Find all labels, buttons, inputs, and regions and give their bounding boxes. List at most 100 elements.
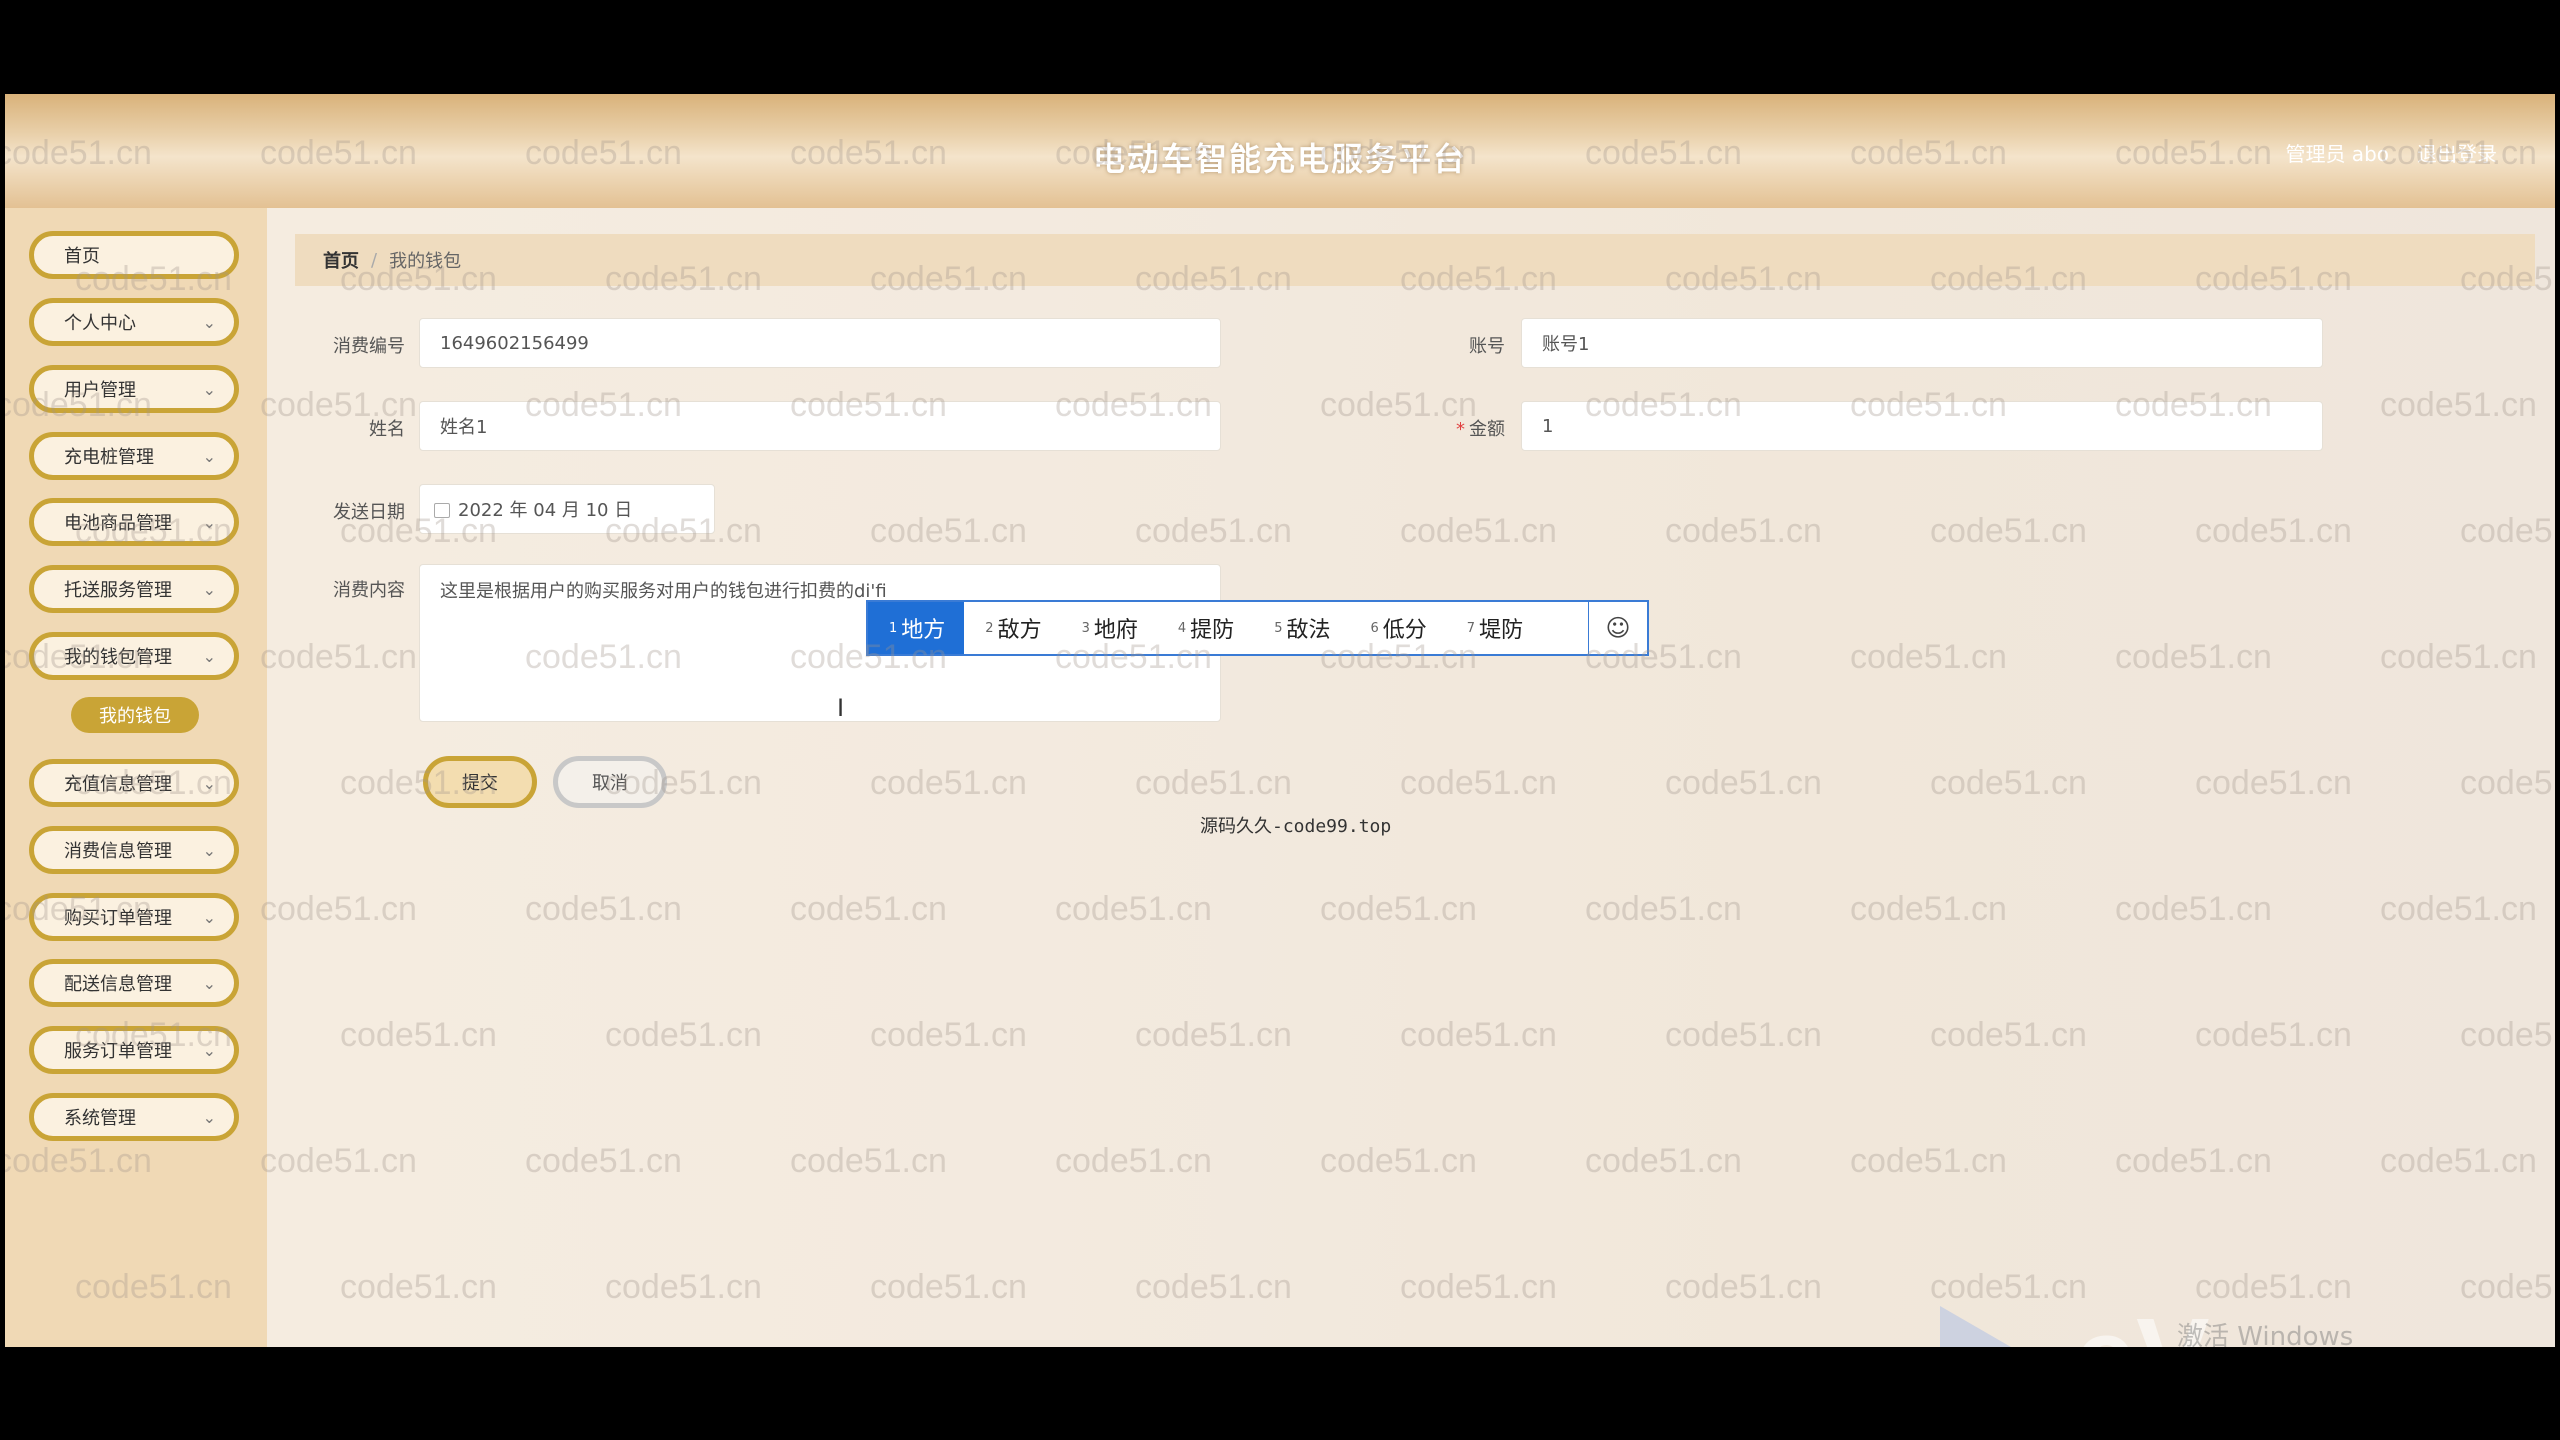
sidebar-item-system-management[interactable]: 系统管理 ⌄ — [29, 1093, 239, 1141]
watermark-text: code51.cn — [525, 890, 682, 928]
watermark-text: code51.cn — [1055, 1142, 1212, 1180]
ime-candidate[interactable]: 3 地府 — [1061, 602, 1157, 654]
consume-no-field[interactable]: 1649602156499 — [419, 318, 1221, 368]
ime-candidate[interactable]: 2 敌方 — [964, 602, 1060, 654]
watermark-text: code51.cn — [340, 1268, 497, 1306]
watermark-text: code51.cn — [1665, 512, 1822, 550]
sidebar-item-wallet-management[interactable]: 我的钱包管理 ⌄ — [29, 632, 239, 680]
user-info: 管理员 abo 退出登录 — [2285, 138, 2497, 167]
sidebar-item-consume-info[interactable]: 消费信息管理 ⌄ — [29, 826, 239, 874]
content-label: 消费内容 — [333, 580, 405, 601]
watermark-text: code51.cn — [790, 890, 947, 928]
sidebar-item-label: 用户管理 — [64, 380, 136, 401]
amount-field[interactable]: 1 — [1521, 401, 2323, 451]
watermark-text: code51.cn — [1135, 1016, 1292, 1054]
account-label: 账号 — [1469, 336, 1505, 357]
ime-candidate[interactable]: 7 堤防 — [1446, 602, 1542, 654]
watermark-text: code51.cn — [1135, 512, 1292, 550]
breadcrumb-current: 我的钱包 — [389, 251, 462, 272]
submit-button[interactable]: 提交 — [423, 756, 537, 808]
chevron-down-icon: ⌄ — [202, 580, 216, 599]
text-cursor-icon: I — [837, 694, 845, 722]
watermark-text: code51.cn — [870, 1016, 1027, 1054]
chevron-down-icon: ⌄ — [202, 974, 216, 993]
watermark-text: code51.cn — [1665, 1016, 1822, 1054]
watermark-text: code51.cn — [1135, 1268, 1292, 1306]
sidebar-item-recharge-info[interactable]: 充值信息管理 ⌄ — [29, 759, 239, 807]
logout-link[interactable]: 退出登录 — [2417, 138, 2497, 167]
watermark-text: code51.cn — [1400, 1268, 1557, 1306]
name-label: 姓名 — [369, 419, 405, 440]
watermark-text: code51.cn — [2380, 1142, 2537, 1180]
watermark-text: code51.cn — [1665, 1268, 1822, 1306]
sidebar-item-battery-goods[interactable]: 电池商品管理 ⌄ — [29, 498, 239, 546]
ime-candidate[interactable]: 6 低分 — [1349, 602, 1445, 654]
watermark-text: code51.cn — [2460, 1268, 2555, 1306]
watermark-text: code51.cn — [870, 1268, 1027, 1306]
watermark-text: code51.cn — [1400, 512, 1557, 550]
watermark-text: code51.cn — [605, 1268, 762, 1306]
watermark-text: code51.cn — [870, 764, 1027, 802]
sidebar-item-label: 服务订单管理 — [64, 1041, 172, 1062]
sidebar-item-label: 我的钱包管理 — [64, 647, 172, 668]
watermark-text: code51.cn — [340, 1016, 497, 1054]
cancel-button[interactable]: 取消 — [553, 756, 667, 808]
name-field[interactable]: 姓名1 — [419, 401, 1221, 451]
watermark-text: code51.cn — [2380, 386, 2537, 424]
sidebar-item-label: 购买订单管理 — [64, 908, 172, 929]
watermark-text: code51.cn — [2115, 638, 2272, 676]
sidebar-item-label: 首页 — [64, 246, 100, 267]
sidebar-item-home[interactable]: 首页 — [29, 231, 239, 279]
sidebar-item-charging-pile[interactable]: 充电桩管理 ⌄ — [29, 432, 239, 480]
required-mark: * — [1456, 419, 1465, 440]
sidebar-item-personal-center[interactable]: 个人中心 ⌄ — [29, 298, 239, 346]
sidebar-item-service-orders[interactable]: 服务订单管理 ⌄ — [29, 1026, 239, 1074]
sidebar: 首页 个人中心 ⌄ 用户管理 ⌄ 充电桩管理 ⌄ 电池商品管理 ⌄ 托送服务管理 ⌄ 我的… — [5, 208, 267, 1347]
watermark-text: code51.cn — [260, 1142, 417, 1180]
watermark-text: code51.cn — [1850, 1142, 2007, 1180]
watermark-text: code51.cn — [2460, 512, 2555, 550]
sidebar-subitem-my-wallet[interactable]: 我的钱包 — [71, 697, 199, 733]
watermark-text: code51.cn — [2115, 1142, 2272, 1180]
account-field[interactable]: 账号1 — [1521, 318, 2323, 368]
watermark-text: code51.cn — [260, 890, 417, 928]
sidebar-item-label: 电池商品管理 — [64, 513, 172, 534]
chevron-down-icon: ⌄ — [202, 841, 216, 860]
watermark-text: code51.cn — [1585, 890, 1742, 928]
date-picker[interactable]: 2022 年 04 月 10 日 — [419, 484, 715, 534]
watermark-text: code51.cn — [1930, 512, 2087, 550]
sidebar-item-label: 消费信息管理 — [64, 841, 172, 862]
watermark-text: code51.cn — [2195, 512, 2352, 550]
sidebar-item-delivery-service[interactable]: 托送服务管理 ⌄ — [29, 565, 239, 613]
emoji-icon[interactable]: ☺ — [1588, 602, 1647, 654]
watermark-text: code51.cn — [1930, 764, 2087, 802]
watermark-text: code51.cn — [260, 638, 417, 676]
watermark-text: code51.cn — [1930, 1268, 2087, 1306]
breadcrumb-home[interactable]: 首页 — [323, 247, 359, 273]
watermark-text: code51.cn — [870, 512, 1027, 550]
ime-candidate[interactable]: 1 地方 — [868, 602, 965, 654]
watermark-text: code51.cn — [525, 1142, 682, 1180]
sidebar-item-distribution-info[interactable]: 配送信息管理 ⌄ — [29, 959, 239, 1007]
watermark-text: code51.cn — [2460, 764, 2555, 802]
watermark-text: code51.cn — [1400, 1016, 1557, 1054]
watermark-text: code51.cn — [2195, 1268, 2352, 1306]
ime-candidate[interactable]: 4 提防 — [1157, 602, 1253, 654]
sidebar-item-user-management[interactable]: 用户管理 ⌄ — [29, 365, 239, 413]
sidebar-item-purchase-orders[interactable]: 购买订单管理 ⌄ — [29, 893, 239, 941]
sidebar-item-label: 充电桩管理 — [64, 447, 154, 468]
chevron-down-icon: ⌄ — [202, 513, 216, 532]
windows-activation-text: 激活 Windows — [2177, 1322, 2354, 1347]
sidebar-item-label: 系统管理 — [64, 1108, 136, 1129]
watermark-text: code51.cn — [2195, 1016, 2352, 1054]
admin-label[interactable]: 管理员 abo — [2285, 138, 2389, 167]
watermark-text: code51.cn — [1585, 1142, 1742, 1180]
amount-label-text: 金额 — [1469, 419, 1505, 440]
sidebar-item-label: 个人中心 — [64, 313, 136, 334]
consume-no-label: 消费编号 — [333, 336, 405, 357]
watermark-text: code51.cn — [1850, 890, 2007, 928]
ime-candidate[interactable]: 5 敌法 — [1253, 602, 1349, 654]
watermark-text: code51.cn — [1930, 1016, 2087, 1054]
amount-label: * 金额 — [1385, 415, 1505, 441]
watermark-text: code51.cn — [1135, 764, 1292, 802]
